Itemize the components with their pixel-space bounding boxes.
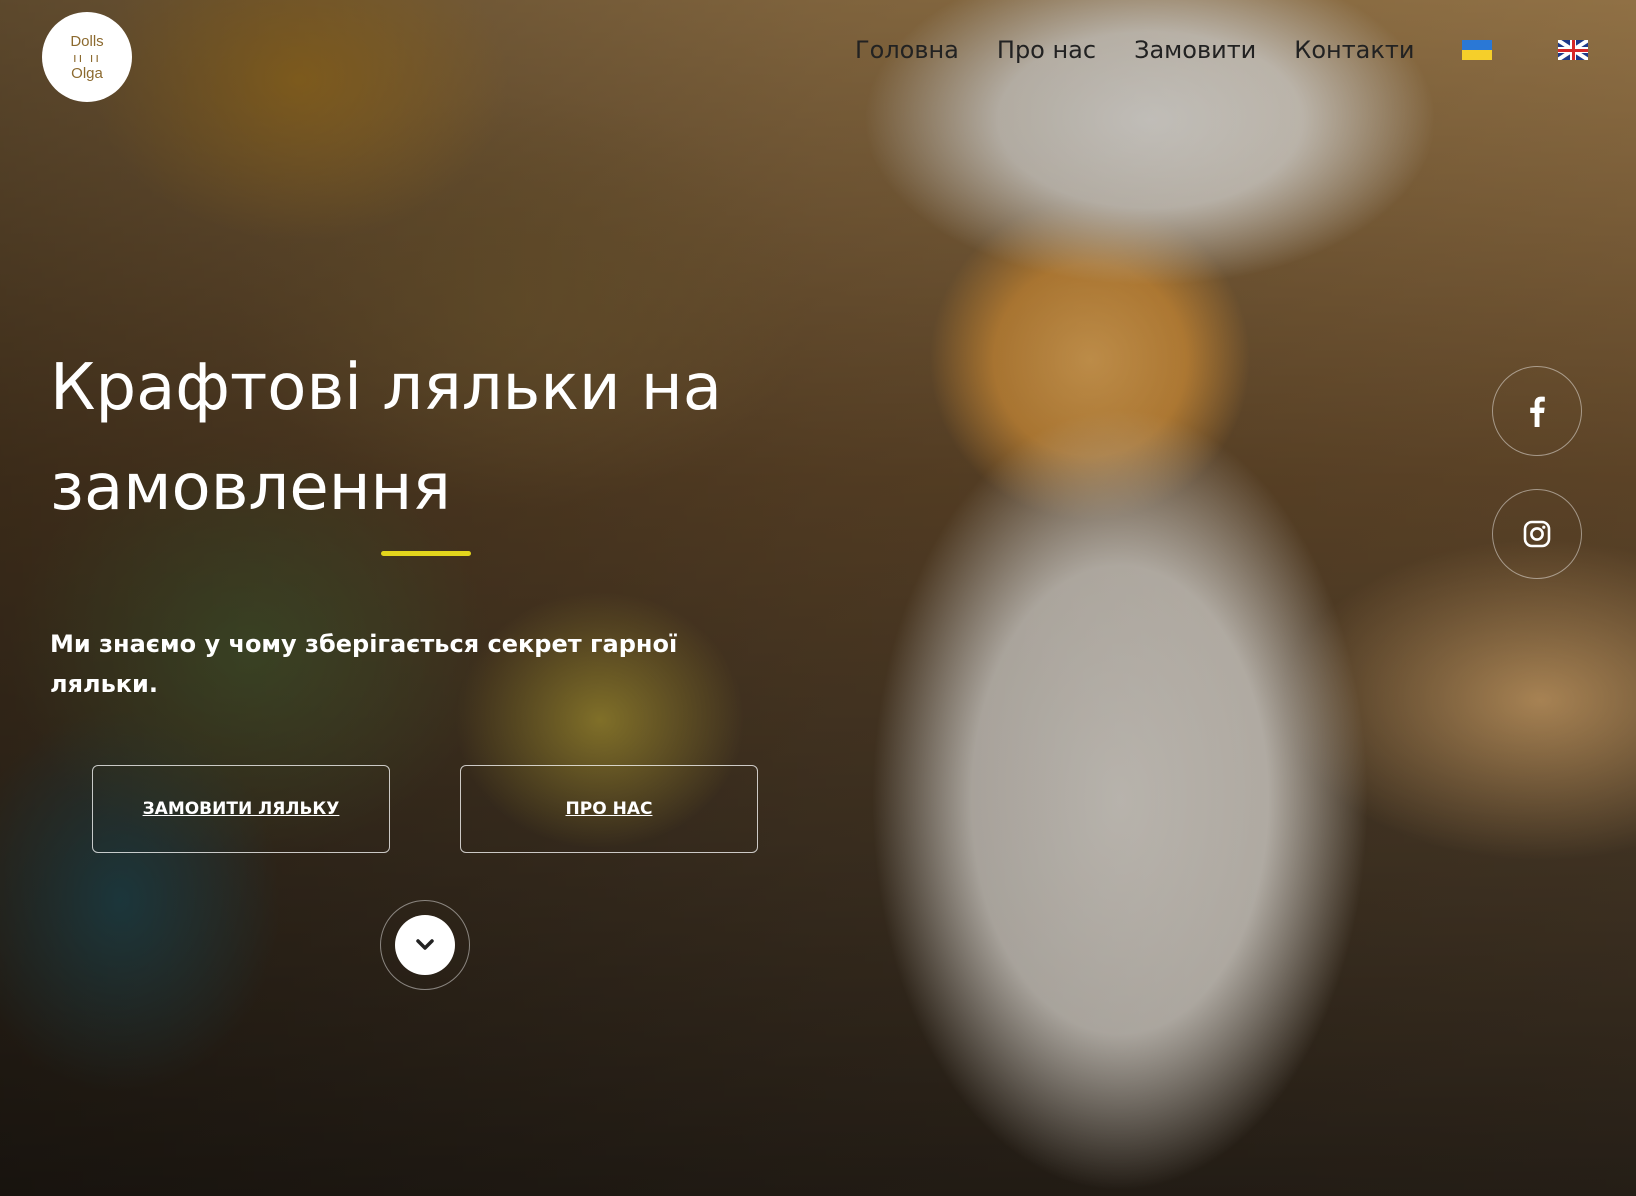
logo-text-dolls: Dolls (70, 32, 104, 50)
scroll-down-button[interactable] (380, 900, 470, 990)
facebook-icon (1530, 396, 1545, 427)
site-logo[interactable]: Dolls ıı ıı Olga (42, 12, 132, 102)
nav-link-contacts[interactable]: Контакти (1294, 36, 1414, 64)
hero-section: Dolls ıı ıı Olga Головна Про нас Замовит… (0, 0, 1636, 1196)
title-accent-divider (381, 551, 471, 556)
facebook-link[interactable] (1492, 366, 1582, 456)
hero-subtitle: Ми знаємо у чому зберігається секрет гар… (50, 630, 678, 698)
instagram-link[interactable] (1492, 489, 1582, 579)
logo-doll-figures: ıı ıı (72, 49, 102, 65)
instagram-icon (1523, 520, 1551, 548)
uk-flag-icon[interactable] (1558, 40, 1589, 60)
nav-link-order[interactable]: Замовити (1134, 36, 1256, 64)
hero-overlay (0, 0, 1636, 1196)
scroll-down-circle (395, 915, 455, 975)
nav-link-home[interactable]: Головна (855, 36, 959, 64)
chevron-down-icon (416, 939, 434, 950)
main-nav: Головна Про нас Замовити Контакти (855, 36, 1589, 64)
order-doll-button[interactable]: ЗАМОВИТИ ЛЯЛЬКУ (92, 765, 390, 853)
about-us-button[interactable]: ПРО НАС (460, 765, 758, 853)
hero-title: Крафтові ляльки на замовлення (50, 351, 722, 525)
logo-text-olga: Olga (71, 64, 103, 82)
ukrainian-flag-icon[interactable] (1462, 40, 1493, 60)
nav-link-about[interactable]: Про нас (997, 36, 1096, 64)
